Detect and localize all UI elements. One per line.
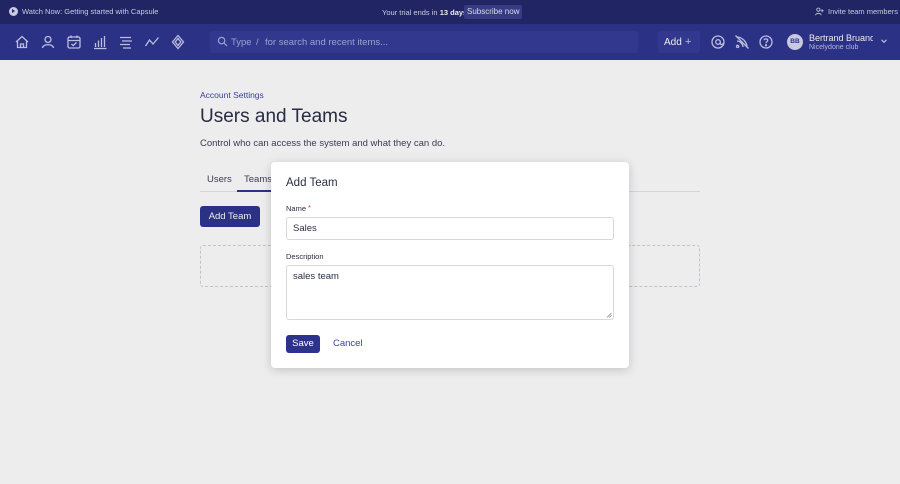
required-indicator: * bbox=[308, 203, 311, 212]
add-team-dialog: Add Team Name * Description sales team S… bbox=[271, 162, 629, 368]
team-description-input[interactable]: sales team bbox=[286, 265, 614, 320]
team-name-input[interactable] bbox=[286, 217, 614, 240]
save-button[interactable]: Save bbox=[286, 335, 320, 353]
name-label: Name bbox=[286, 204, 307, 213]
dialog-title: Add Team bbox=[286, 177, 338, 189]
description-label: Description bbox=[286, 252, 324, 261]
resize-handle-icon[interactable] bbox=[606, 312, 612, 318]
cancel-button[interactable]: Cancel bbox=[329, 335, 367, 353]
